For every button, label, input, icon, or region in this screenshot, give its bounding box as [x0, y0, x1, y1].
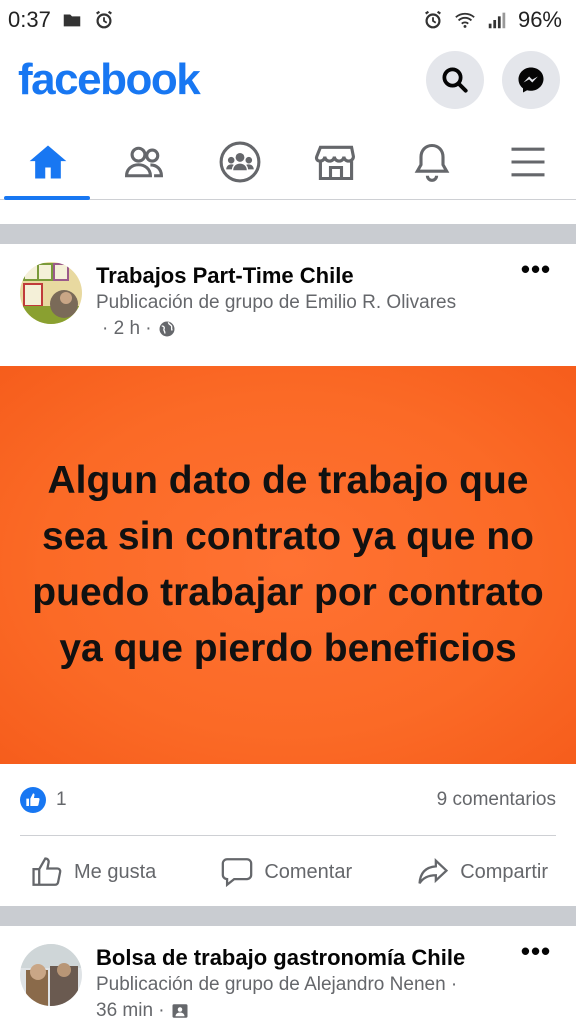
post-options-button[interactable]: ••• [516, 938, 556, 974]
group-avatar[interactable] [20, 262, 82, 324]
tab-menu[interactable] [480, 124, 576, 199]
comment-count[interactable]: 9 comentarios [437, 789, 556, 811]
home-icon [29, 145, 67, 178]
post-author-line[interactable]: Publicación de grupo de Emilio R. Olivar… [96, 290, 516, 316]
like-count: 1 [56, 789, 67, 810]
feed-divider [0, 224, 576, 244]
menu-icon [511, 147, 545, 176]
comment-button[interactable]: Comentar [220, 855, 352, 889]
battery-level: 96% [517, 7, 562, 32]
app-header: facebook [0, 40, 576, 120]
tab-home[interactable] [0, 124, 96, 200]
group-avatar[interactable] [20, 944, 82, 1006]
comment-icon [222, 858, 253, 888]
post-actions: Me gusta Comentar Compartir [0, 846, 576, 898]
like-reaction-icon [20, 787, 46, 813]
wifi-icon [454, 9, 476, 31]
main-tabs [0, 124, 576, 200]
share-label: Compartir [460, 860, 548, 883]
alarm-icon [422, 9, 444, 31]
search-icon [442, 67, 468, 93]
comment-label: Comentar [264, 860, 353, 883]
alarm-icon [93, 9, 115, 31]
signal-icon [486, 9, 508, 31]
marketplace-icon [314, 145, 355, 180]
messenger-button[interactable] [502, 51, 560, 109]
messenger-icon [518, 67, 544, 93]
post-time-line: 36 min · [96, 998, 516, 1024]
post-image-text: Algun dato de trabajo que sea sin contra… [32, 459, 544, 670]
status-time: 0:37 [8, 7, 51, 32]
search-button[interactable] [426, 51, 484, 109]
like-button[interactable]: Me gusta [30, 855, 156, 889]
post-group-name[interactable]: Bolsa de trabajo gastronomía Chile [96, 944, 516, 972]
bell-icon [414, 143, 450, 182]
tab-groups[interactable] [192, 124, 288, 199]
actions-separator [20, 835, 556, 836]
tab-notifications[interactable] [384, 124, 480, 199]
feed-divider [0, 906, 576, 926]
like-label: Me gusta [74, 860, 157, 883]
status-bar: 0:37 96% [0, 0, 576, 40]
post-time-line: · 2 h · [96, 316, 516, 342]
tab-friends[interactable] [96, 124, 192, 199]
group-privacy-icon [172, 1004, 188, 1018]
thumbs-up-icon [32, 857, 62, 886]
share-icon [418, 858, 449, 884]
post-author-line[interactable]: Publicación de grupo de Alejandro Nenen … [96, 972, 516, 998]
facebook-logo[interactable]: facebook [18, 55, 201, 105]
share-button[interactable]: Compartir [416, 855, 548, 889]
reaction-summary[interactable]: 1 [20, 787, 67, 813]
post-reactions: 1 9 comentarios [0, 780, 576, 820]
tab-marketplace[interactable] [288, 124, 384, 199]
post-header: Bolsa de trabajo gastronomía Chile Publi… [0, 938, 576, 1024]
post-group-name[interactable]: Trabajos Part-Time Chile [96, 262, 516, 290]
friends-icon [125, 146, 163, 177]
post-timestamp[interactable]: · 2 h · [96, 316, 152, 342]
post-timestamp[interactable]: 36 min · [96, 998, 165, 1024]
globe-icon [159, 321, 175, 337]
post-image[interactable]: Algun dato de trabajo que sea sin contra… [0, 366, 576, 764]
groups-icon [219, 141, 261, 182]
post-header: Trabajos Part-Time Chile Publicación de … [0, 256, 576, 342]
post-options-button[interactable]: ••• [516, 256, 556, 292]
folder-icon [61, 9, 83, 31]
